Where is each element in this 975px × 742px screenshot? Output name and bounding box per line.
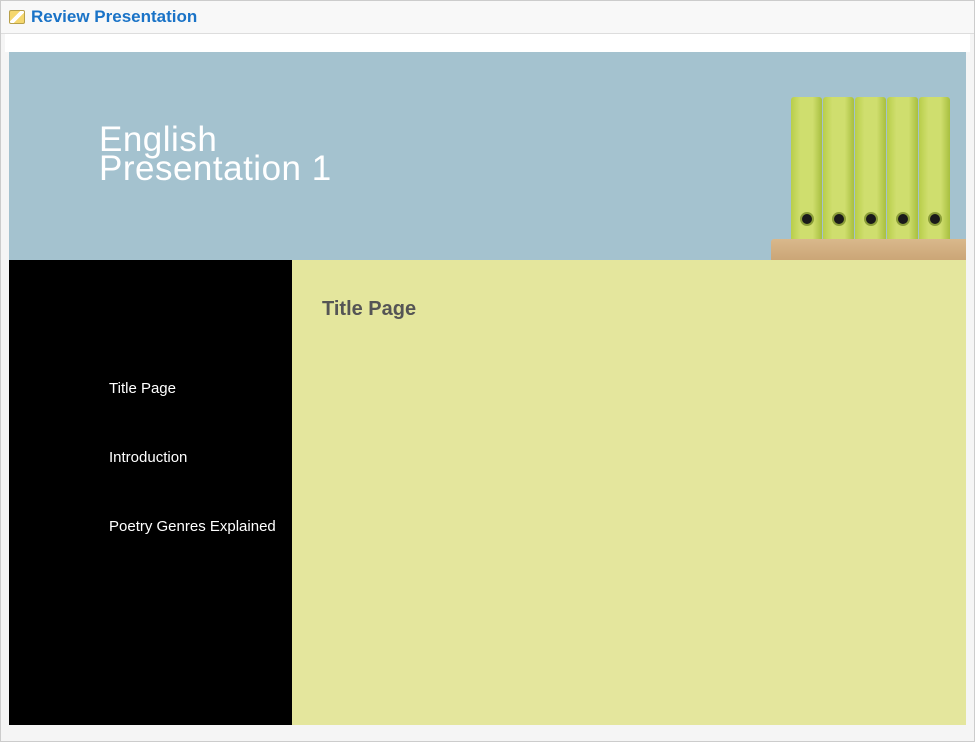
banner: English Presentation 1 [9, 52, 966, 260]
binder-icon [919, 97, 950, 242]
body-area: Title Page Introduction Poetry Genres Ex… [9, 260, 966, 725]
binder-illustration [771, 75, 966, 260]
binder-icon [791, 97, 822, 242]
content-title: Title Page [322, 298, 936, 321]
presentation-icon [9, 10, 25, 24]
content-area: Title Page [292, 260, 966, 725]
sidebar: Title Page Introduction Poetry Genres Ex… [9, 260, 292, 725]
app-window: Review Presentation English Presentation… [0, 0, 975, 742]
banner-title-line2: Presentation 1 [99, 151, 332, 186]
binder-icon [855, 97, 886, 242]
shelf-icon [771, 239, 966, 260]
binder-icon [887, 97, 918, 242]
sidebar-item-title-page[interactable]: Title Page [109, 375, 292, 402]
binder-icon [823, 97, 854, 242]
presentation-body: English Presentation 1 Title Page Introd… [9, 52, 966, 725]
sidebar-item-introduction[interactable]: Introduction [109, 444, 292, 471]
header-bar: Review Presentation [1, 1, 974, 34]
gap [5, 34, 970, 52]
review-presentation-link[interactable]: Review Presentation [31, 7, 197, 27]
sidebar-item-poetry-genres[interactable]: Poetry Genres Explained [109, 513, 292, 540]
binders-group [791, 97, 950, 242]
banner-title: English Presentation 1 [99, 122, 332, 186]
